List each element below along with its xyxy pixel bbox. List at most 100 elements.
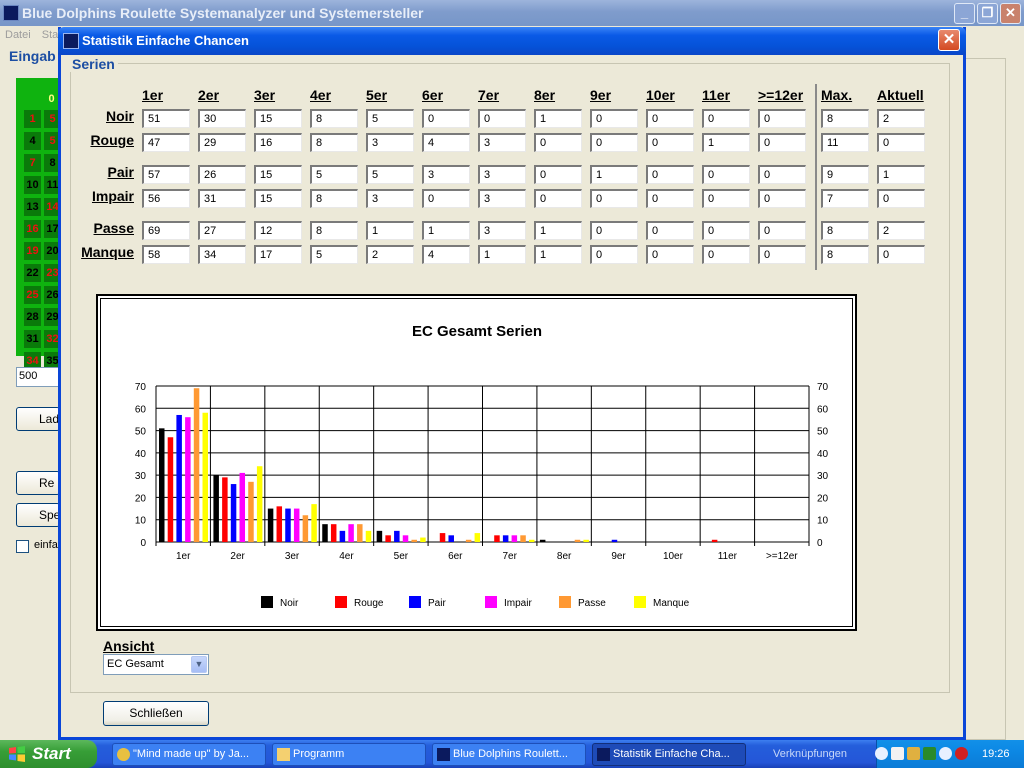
series-count-field[interactable]: 0 <box>702 189 750 208</box>
series-count-field[interactable]: 29 <box>198 133 246 152</box>
series-count-field[interactable]: 1 <box>590 165 638 184</box>
series-count-field[interactable]: 0 <box>646 133 694 152</box>
series-count-field[interactable]: 0 <box>590 189 638 208</box>
series-count-field[interactable]: 5 <box>366 109 414 128</box>
board-cell[interactable]: 4 <box>24 132 41 150</box>
series-count-field[interactable]: 8 <box>310 189 358 208</box>
series-count-field[interactable]: 57 <box>142 165 190 184</box>
series-count-field[interactable]: 16 <box>254 133 302 152</box>
max-field[interactable]: 7 <box>821 189 869 208</box>
menu-datei[interactable]: Datei <box>5 29 31 41</box>
series-count-field[interactable]: 1 <box>478 245 526 264</box>
series-count-field[interactable]: 0 <box>758 245 806 264</box>
aktuell-field[interactable]: 1 <box>877 165 925 184</box>
series-count-field[interactable]: 47 <box>142 133 190 152</box>
series-count-field[interactable]: 0 <box>702 165 750 184</box>
view-dropdown[interactable]: EC Gesamt ▼ <box>103 654 209 675</box>
series-count-field[interactable]: 2 <box>366 245 414 264</box>
board-cell[interactable]: 10 <box>24 176 41 194</box>
series-count-field[interactable]: 3 <box>478 221 526 240</box>
network-icon[interactable] <box>907 747 920 760</box>
max-field[interactable]: 8 <box>821 245 869 264</box>
series-count-field[interactable]: 0 <box>758 221 806 240</box>
main-amount-input[interactable]: 500 <box>16 367 60 387</box>
series-count-field[interactable]: 5 <box>310 245 358 264</box>
chevron-down-icon[interactable]: ▼ <box>191 656 207 673</box>
series-count-field[interactable]: 0 <box>478 109 526 128</box>
quicklinks-toolbar[interactable]: Verknüpfungen <box>773 740 847 768</box>
taskbar-clock[interactable]: 19:26 <box>982 740 1010 768</box>
series-count-field[interactable]: 1 <box>702 133 750 152</box>
series-count-field[interactable]: 0 <box>646 109 694 128</box>
series-count-field[interactable]: 3 <box>478 189 526 208</box>
series-count-field[interactable]: 0 <box>590 245 638 264</box>
board-cell[interactable]: 16 <box>24 220 41 238</box>
task-media-player[interactable]: "Mind made up" by Ja... <box>112 743 266 766</box>
aktuell-field[interactable]: 0 <box>877 133 925 152</box>
series-count-field[interactable]: 1 <box>366 221 414 240</box>
series-count-field[interactable]: 56 <box>142 189 190 208</box>
menu-statistik[interactable]: Sta <box>42 29 59 41</box>
series-count-field[interactable]: 0 <box>422 109 470 128</box>
main-titlebar[interactable]: Blue Dolphins Roulette Systemanalyzer un… <box>0 0 1024 26</box>
series-count-field[interactable]: 15 <box>254 109 302 128</box>
series-count-field[interactable]: 17 <box>254 245 302 264</box>
gear-icon[interactable] <box>891 747 904 760</box>
board-cell[interactable]: 28 <box>24 308 41 326</box>
series-count-field[interactable]: 0 <box>758 165 806 184</box>
board-cell[interactable]: 25 <box>24 286 41 304</box>
series-count-field[interactable]: 0 <box>702 245 750 264</box>
close-button[interactable]: Schließen <box>103 701 209 726</box>
series-count-field[interactable]: 58 <box>142 245 190 264</box>
series-count-field[interactable]: 0 <box>422 189 470 208</box>
max-field[interactable]: 8 <box>821 221 869 240</box>
series-count-field[interactable]: 0 <box>590 221 638 240</box>
task-statistik-dialog[interactable]: Statistik Einfache Cha... <box>592 743 746 766</box>
series-count-field[interactable]: 15 <box>254 189 302 208</box>
series-count-field[interactable]: 3 <box>366 189 414 208</box>
clock-app-icon[interactable] <box>939 747 952 760</box>
security-shield-icon[interactable] <box>955 747 968 760</box>
board-cell[interactable]: 22 <box>24 264 41 282</box>
series-count-field[interactable]: 69 <box>142 221 190 240</box>
series-count-field[interactable]: 1 <box>534 221 582 240</box>
series-count-field[interactable]: 5 <box>310 165 358 184</box>
max-field[interactable]: 9 <box>821 165 869 184</box>
series-count-field[interactable]: 0 <box>590 109 638 128</box>
series-count-field[interactable]: 5 <box>366 165 414 184</box>
task-folder-programm[interactable]: Programm <box>272 743 426 766</box>
series-count-field[interactable]: 0 <box>646 165 694 184</box>
series-count-field[interactable]: 0 <box>590 133 638 152</box>
dialog-close-icon[interactable]: ✕ <box>938 29 960 51</box>
simple-checkbox[interactable] <box>16 540 29 553</box>
series-count-field[interactable]: 27 <box>198 221 246 240</box>
start-button[interactable]: Start <box>0 740 97 768</box>
series-count-field[interactable]: 3 <box>478 165 526 184</box>
series-count-field[interactable]: 3 <box>478 133 526 152</box>
save-button[interactable]: Speic <box>16 503 60 527</box>
series-count-field[interactable]: 0 <box>758 189 806 208</box>
series-count-field[interactable]: 30 <box>198 109 246 128</box>
series-count-field[interactable]: 3 <box>422 165 470 184</box>
chevron-left-icon[interactable] <box>875 747 888 760</box>
volume-icon[interactable] <box>923 747 936 760</box>
reset-button[interactable]: Re <box>16 471 60 495</box>
max-field[interactable]: 11 <box>821 133 869 152</box>
series-count-field[interactable]: 0 <box>646 189 694 208</box>
load-button[interactable]: Lad <box>16 407 60 431</box>
series-count-field[interactable]: 8 <box>310 221 358 240</box>
series-count-field[interactable]: 15 <box>254 165 302 184</box>
board-cell[interactable]: 13 <box>24 198 41 216</box>
task-roulette-main[interactable]: Blue Dolphins Roulett... <box>432 743 586 766</box>
series-count-field[interactable]: 0 <box>534 133 582 152</box>
aktuell-field[interactable]: 0 <box>877 245 925 264</box>
board-cell[interactable]: 1 <box>24 110 41 128</box>
series-count-field[interactable]: 4 <box>422 133 470 152</box>
aktuell-field[interactable]: 2 <box>877 221 925 240</box>
series-count-field[interactable]: 8 <box>310 133 358 152</box>
series-count-field[interactable]: 31 <box>198 189 246 208</box>
series-count-field[interactable]: 1 <box>534 109 582 128</box>
board-cell[interactable]: 7 <box>24 154 41 172</box>
series-count-field[interactable]: 8 <box>310 109 358 128</box>
minimize-button[interactable]: _ <box>954 3 975 24</box>
